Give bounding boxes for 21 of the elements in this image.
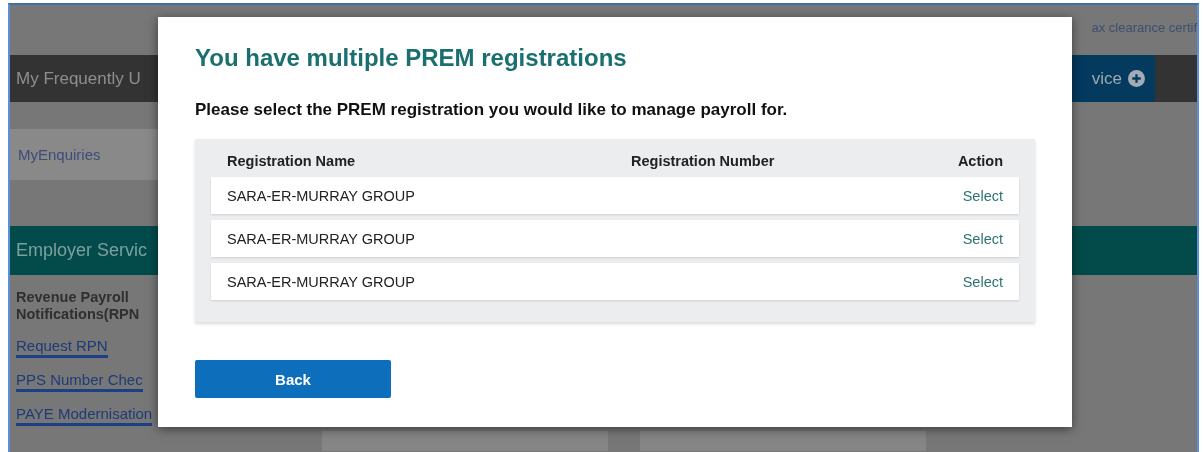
enquiries-link[interactable]: MyEnquiries	[18, 146, 101, 163]
section-heading: Revenue Payroll Notifications(RPN	[16, 289, 141, 323]
registration-name: SARA-ER-MURRAY GROUP	[227, 273, 416, 290]
back-button[interactable]: Back	[195, 360, 391, 398]
service-link[interactable]: PAYE Modernisation	[16, 405, 153, 426]
column-header: Registration Number	[631, 153, 776, 169]
service-link[interactable]: PPS Number Chec	[16, 371, 143, 392]
select-link[interactable]: Select	[962, 273, 1003, 290]
dialog-prompt: Please select the PREM registration you would like to manage payroll for.	[195, 100, 789, 120]
select-link[interactable]: Select	[962, 230, 1003, 247]
column-header: Action	[956, 153, 1003, 169]
registration-name: SARA-ER-MURRAY GROUP	[227, 187, 416, 204]
section-title: Employer Servic	[16, 240, 148, 261]
dialog-title: You have multiple PREM registrations	[195, 44, 628, 72]
service-link[interactable]: Request RPN	[16, 337, 108, 358]
service-tab[interactable]: vice	[1072, 55, 1155, 102]
top-link[interactable]: ax clearance certif	[1091, 19, 1197, 35]
select-link[interactable]: Select	[962, 187, 1003, 204]
bar-title: My Frequently U	[16, 68, 141, 89]
plus-circle-icon	[1128, 70, 1145, 87]
registration-name: SARA-ER-MURRAY GROUP	[227, 230, 416, 247]
